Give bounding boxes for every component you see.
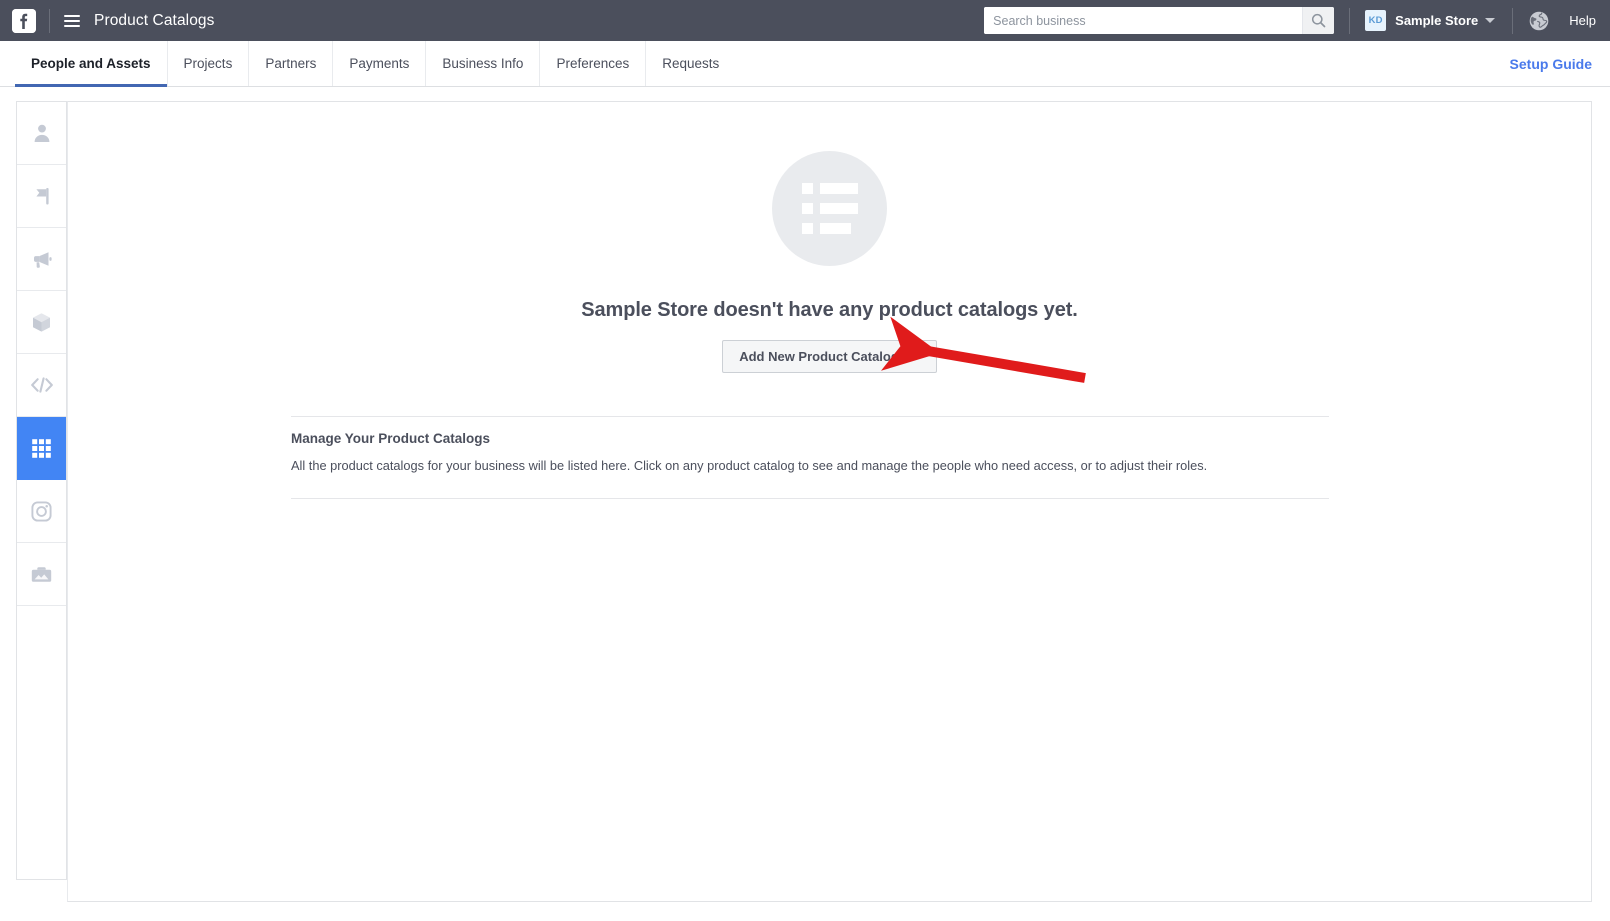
product-catalogs-panel: Sample Store doesn't have any product ca… xyxy=(67,101,1592,902)
asset-type-rail xyxy=(16,101,67,880)
tab-payments[interactable]: Payments xyxy=(333,41,427,86)
product-list-icon xyxy=(772,151,887,266)
megaphone-icon xyxy=(30,248,54,270)
list-glyph-row xyxy=(801,183,858,194)
tabbar-spacer xyxy=(735,41,1509,86)
list-bullet xyxy=(801,203,813,214)
section-tab-bar: People and Assets Projects Partners Paym… xyxy=(0,41,1610,87)
setup-guide-link[interactable]: Setup Guide xyxy=(1510,41,1592,86)
avatar: KD xyxy=(1365,10,1387,31)
rail-item-ad-accounts[interactable] xyxy=(17,228,66,291)
chevron-down-icon xyxy=(1485,18,1496,23)
account-switcher[interactable]: KD Sample Store xyxy=(1365,10,1496,31)
topbar-divider-search xyxy=(1349,7,1351,34)
tab-requests[interactable]: Requests xyxy=(646,41,735,86)
search-button[interactable] xyxy=(1302,7,1335,34)
account-name: Sample Store xyxy=(1395,13,1479,28)
person-icon xyxy=(31,122,53,144)
topbar-divider-account xyxy=(1512,7,1514,34)
rail-item-line-of-business[interactable] xyxy=(17,543,66,606)
tab-label: Requests xyxy=(662,56,720,71)
list-bullet xyxy=(801,183,813,194)
topbar-logo-divider xyxy=(49,8,50,33)
divider-top xyxy=(291,416,1329,417)
manage-section-title: Manage Your Product Catalogs xyxy=(291,431,491,446)
top-navigation-bar: Product Catalogs KD Sample Store Help xyxy=(0,0,1610,41)
hamburger-menu-icon[interactable] xyxy=(64,14,80,27)
empty-state: Sample Store doesn't have any product ca… xyxy=(68,102,1591,373)
list-line xyxy=(819,203,858,214)
tab-label: Preferences xyxy=(556,56,630,71)
list-glyph-row xyxy=(801,203,858,214)
tab-business-info[interactable]: Business Info xyxy=(426,41,541,86)
search-input[interactable] xyxy=(984,7,1303,34)
list-line xyxy=(819,183,858,194)
list-bullet xyxy=(801,223,813,234)
tabs-container: People and Assets Projects Partners Paym… xyxy=(15,41,735,87)
divider-bottom xyxy=(291,498,1329,499)
briefcase-image-icon xyxy=(30,564,53,585)
rail-empty-tail xyxy=(17,606,66,880)
list-glyph-row xyxy=(801,223,858,234)
facebook-logo-icon[interactable] xyxy=(12,8,36,33)
tab-projects[interactable]: Projects xyxy=(168,41,250,86)
tab-label: Business Info xyxy=(442,56,524,71)
add-button-label: Add New Product Catalog xyxy=(739,349,899,364)
rail-item-product-catalogs[interactable] xyxy=(17,417,66,480)
tab-label: People and Assets xyxy=(31,56,151,71)
manage-section-description: All the product catalogs for your busine… xyxy=(291,458,1208,473)
instagram-icon xyxy=(30,500,53,523)
search-business-container[interactable] xyxy=(984,7,1335,34)
list-line xyxy=(819,223,851,234)
rail-item-pixels[interactable] xyxy=(17,354,66,417)
grid-apps-icon xyxy=(30,437,53,460)
page-title: Product Catalogs xyxy=(94,11,215,29)
tab-people-and-assets[interactable]: People and Assets xyxy=(15,41,168,87)
box-icon xyxy=(30,311,53,334)
tab-label: Partners xyxy=(265,56,317,71)
help-link[interactable]: Help xyxy=(1569,13,1596,28)
rail-item-pages[interactable] xyxy=(17,165,66,228)
list-glyph xyxy=(801,183,858,234)
code-icon xyxy=(30,376,54,394)
tab-label: Payments xyxy=(349,56,410,71)
tab-label: Projects xyxy=(183,56,233,71)
rail-item-instagram-accounts[interactable] xyxy=(17,480,66,543)
rail-item-people[interactable] xyxy=(17,102,66,165)
rail-item-apps[interactable] xyxy=(17,291,66,354)
tab-preferences[interactable]: Preferences xyxy=(540,41,647,86)
flag-icon xyxy=(31,185,53,207)
add-new-product-catalog-button[interactable]: Add New Product Catalog xyxy=(722,340,937,373)
tab-partners[interactable]: Partners xyxy=(249,41,334,86)
chevron-down-icon xyxy=(909,353,920,360)
empty-state-title: Sample Store doesn't have any product ca… xyxy=(581,299,1078,321)
globe-icon[interactable] xyxy=(1528,10,1550,32)
